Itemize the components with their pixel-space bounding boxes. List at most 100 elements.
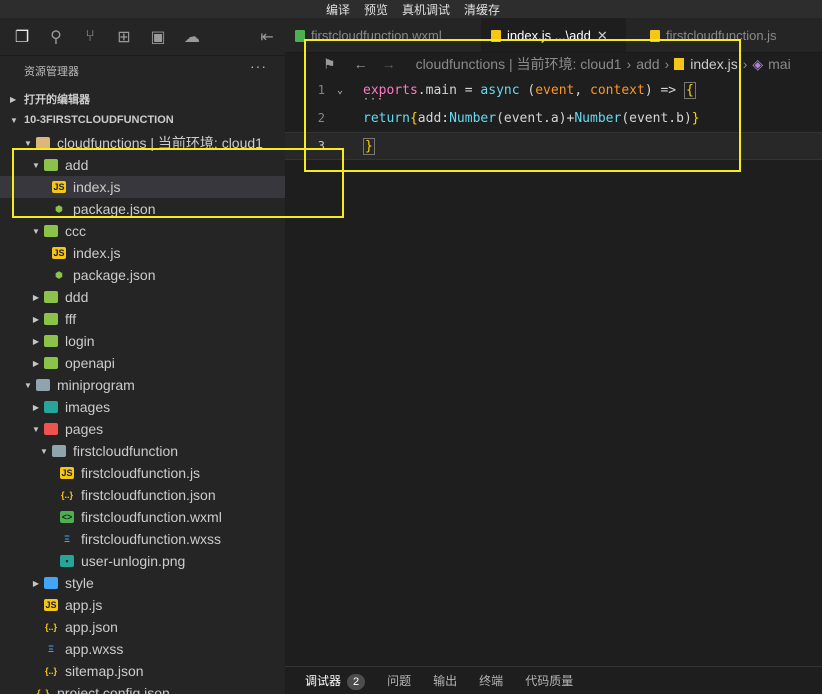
section-label: 10-3FIRSTCLOUDFUNCTION [24,114,174,126]
tree-item-label: firstcloudfunction.js [81,465,201,481]
breadcrumb-item-cloudfunctions[interactable]: cloudfunctions | 当前环境: cloud1 [416,54,622,74]
breadcrumb-item-main[interactable]: mai [768,56,791,72]
tree-item[interactable]: ▶JSfirstcloudfunction.js [0,462,285,484]
docker-icon[interactable]: ☁ [182,27,202,47]
chevron-right-icon: ▶ [32,292,40,302]
tree-item-label: firstcloudfunction.json [81,487,216,503]
back-arrow-icon[interactable]: ← [354,56,368,72]
chevron-right-icon: › [664,56,670,72]
tree-item[interactable]: ▼ ccc [0,220,285,242]
panel-tab-code-quality[interactable]: 代码质量 [525,672,573,689]
forward-arrow-icon[interactable]: → [382,56,396,72]
menu-preview[interactable]: 预览 [364,1,388,18]
explorer-sidebar: 资源管理器 ··· ▶ 打开的编辑器 ▼ 10-3FIRSTCLOUDFUNCT… [0,56,285,694]
tree-item[interactable]: ▶{..}sitemap.json [0,660,285,682]
tree-item[interactable]: ▼ cloudfunctions | 当前环境: cloud1 [0,132,285,154]
tree-item[interactable]: ▼ firstcloudfunction [0,440,285,462]
wxss-file-icon: Ξ [48,644,54,654]
tree-item-label: package.json [73,201,156,217]
tree-item-label: fff [65,311,77,327]
images-folder-icon [44,401,58,413]
wxss-file-icon: Ξ [64,534,70,544]
tree-item-label: app.js [65,597,103,613]
section-open-editors[interactable]: ▶ 打开的编辑器 [0,88,285,110]
code-editor[interactable]: 1 ⌄ exports .main = async (event, context… [285,76,822,656]
tab-firstcloudfunction-js[interactable]: firstcloudfunction.js [640,18,822,52]
tree-item-label: ccc [65,223,86,239]
tree-item[interactable]: ▶JSapp.js [0,594,285,616]
chevron-right-icon: ▶ [32,578,40,588]
tree-item[interactable]: ▶JSindex.js [0,176,285,198]
tree-item[interactable]: ▶JSindex.js [0,242,285,264]
code-line-3: 3 } [285,132,822,160]
tree-item[interactable]: ▶Ξfirstcloudfunction.wxss [0,528,285,550]
close-icon[interactable]: ✕ [597,28,608,44]
panel-tab-output[interactable]: 输出 [433,672,457,689]
tree-item-label: ddd [65,289,89,305]
tree-item-label: firstcloudfunction [73,443,179,459]
tree-item[interactable]: ▶{..}project.config.json [0,682,285,694]
tree-item[interactable]: ▶▪user-unlogin.png [0,550,285,572]
tree-item[interactable]: ▶ style [0,572,285,594]
chevron-right-icon: ▶ [32,358,40,368]
source-control-icon[interactable]: ⑂ [80,28,100,46]
tab-firstcloudfunction-wxml[interactable]: firstcloudfunction.wxml [285,18,465,52]
tree-item[interactable]: ▶⬢package.json [0,198,285,220]
code-token: return [363,110,410,126]
fold-chevron-icon[interactable]: ⌄ [337,85,363,96]
breadcrumb-item-add[interactable]: add [636,56,659,72]
tree-item[interactable]: ▶ ddd [0,286,285,308]
bookmark-icon[interactable]: ⚑ [323,56,336,73]
tree-item-label: cloudfunctions | 当前环境: cloud1 [57,135,263,151]
tree-item[interactable]: ▶{..}app.json [0,616,285,638]
cloud-folder-icon [44,291,58,303]
tree-item[interactable]: ▶Ξapp.wxss [0,638,285,660]
tab-label: firstcloudfunction.js [666,28,777,43]
tree-item[interactable]: ▼ miniprogram [0,374,285,396]
tree-item-label: openapi [65,355,115,371]
more-actions-icon[interactable]: ··· [250,58,267,74]
chevron-down-icon: ▼ [40,446,48,456]
tree-item[interactable]: ▼ add [0,154,285,176]
tree-item[interactable]: ▶{..}firstcloudfunction.json [0,484,285,506]
tree-item-label: user-unlogin.png [81,553,186,569]
panel-tab-terminal[interactable]: 终端 [479,672,503,689]
tab-index-js[interactable]: index.js ...\add ✕ [481,18,626,52]
section-project[interactable]: ▼ 10-3FIRSTCLOUDFUNCTION [0,109,285,131]
gallery-icon[interactable]: ▣ [148,27,168,47]
line-number: 3 [317,139,325,153]
code-line-1: 1 ⌄ exports .main = async (event, context… [285,76,822,105]
panel-tab-debugger[interactable]: 调试器 2 [305,672,366,690]
explorer-icon[interactable]: ❐ [12,27,32,47]
tree-item-label: miniprogram [57,377,135,393]
menu-device-debug[interactable]: 真机调试 [402,1,450,18]
tree-item[interactable]: ▶ images [0,396,285,418]
panel-tab-problems[interactable]: 问题 [387,672,411,689]
tree-item[interactable]: ▼ pages [0,418,285,440]
tree-item[interactable]: ▶ fff [0,308,285,330]
sidebar-title: 资源管理器 [24,66,79,78]
tree-item[interactable]: ▶<>firstcloudfunction.wxml [0,506,285,528]
menu-clear-cache[interactable]: 清缓存 [464,1,500,18]
tree-item[interactable]: ▶ openapi [0,352,285,374]
search-icon[interactable]: ⚲ [46,27,66,47]
breadcrumb-item-index-js[interactable]: index.js [690,56,737,72]
tree-item[interactable]: ▶ login [0,330,285,352]
js-file-icon [674,58,685,70]
js-file-icon: JS [52,181,66,193]
chevron-down-icon: ▼ [10,115,18,125]
tree-item[interactable]: ▶⬢package.json [0,264,285,286]
code-token: : [441,110,450,126]
extensions-icon[interactable]: ⊞ [114,27,134,47]
chevron-down-icon: ▼ [32,424,40,434]
js-file-icon [491,29,501,42]
menu-compile[interactable]: 编译 [326,1,350,18]
code-line-2: 2 return{add: Number (event.a)+ Number (even… [285,104,822,132]
top-menu-bar: 编译 预览 真机调试 清缓存 [0,0,822,18]
chevron-down-icon: ▼ [24,380,32,390]
cloud-folder-icon [44,225,58,237]
code-token: Number [574,110,622,126]
folder-icon [36,379,50,391]
line-number: 2 [317,111,325,125]
panel-toggle-icon[interactable]: ⇤ [257,27,277,47]
